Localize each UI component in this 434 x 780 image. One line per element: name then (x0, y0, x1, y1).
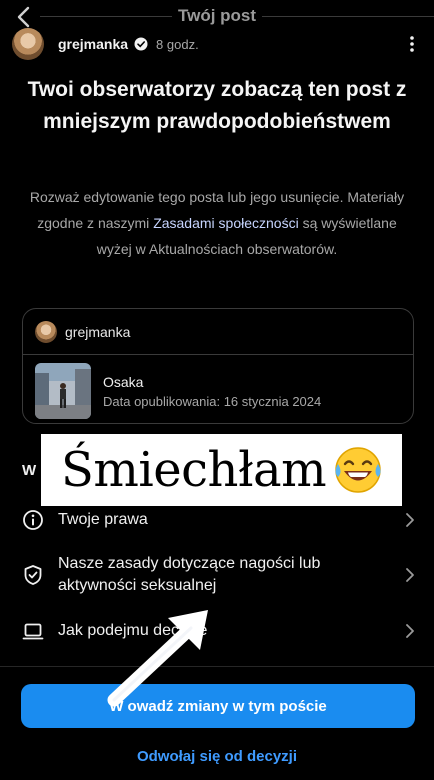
post-location: Osaka (103, 373, 144, 390)
sticker-text: Śmiechłam (61, 442, 327, 498)
laughing-tears-emoji-icon (335, 447, 381, 493)
description: Rozważ edytowanie tego posta lub jego us… (26, 184, 408, 262)
chevron-right-icon (406, 568, 414, 582)
chevron-right-icon (406, 624, 414, 638)
post-date: Data opublikowania: 16 stycznia 2024 (103, 393, 322, 409)
shield-check-icon (24, 565, 42, 585)
info-icon (23, 510, 43, 530)
menu-item-your-rights[interactable]: Twoje prawa (22, 508, 416, 532)
post-header: grejmanka 8 godz. (12, 26, 422, 62)
avatar[interactable] (12, 28, 44, 60)
arrow-annotation-icon (107, 610, 208, 707)
section-heading-partial: W (22, 462, 37, 479)
menu-item-label: Twoje prawa (58, 511, 148, 528)
card-header: grejmanka (23, 309, 413, 355)
username[interactable]: grejmanka (58, 36, 128, 52)
appeal-decision-link[interactable]: Odwołaj się od decyzji (0, 748, 434, 765)
page-title: Twój post (0, 6, 434, 26)
community-guidelines-link[interactable]: Zasadami społeczności (153, 215, 299, 231)
card-body: Osaka Data opublikowania: 16 stycznia 20… (23, 355, 413, 427)
post-time: 8 godz. (156, 36, 199, 52)
verified-badge-icon (134, 37, 148, 51)
chevron-left-icon (17, 6, 30, 28)
more-vertical-icon (410, 36, 414, 52)
chevron-right-icon (406, 513, 414, 527)
more-options-button[interactable] (402, 32, 422, 56)
post-preview-card[interactable]: grejmanka Osaka Data opublikowania: 16 s… (22, 308, 414, 424)
card-username: grejmanka (65, 323, 131, 340)
card-avatar (35, 320, 57, 343)
headline: Twoi obserwatorzy zobaczą ten post z mni… (27, 78, 407, 133)
laptop-icon (22, 623, 44, 640)
menu-item-label: Nasze zasady dotyczące nagości lub aktyw… (58, 555, 321, 594)
post-thumbnail (35, 363, 91, 419)
menu-item-nudity-policy[interactable]: Nasze zasady dotyczące nagości lub aktyw… (22, 552, 416, 598)
card-info: Osaka Data opublikowania: 16 stycznia 20… (103, 374, 321, 409)
text-sticker-overlay: Śmiechłam (41, 434, 402, 506)
